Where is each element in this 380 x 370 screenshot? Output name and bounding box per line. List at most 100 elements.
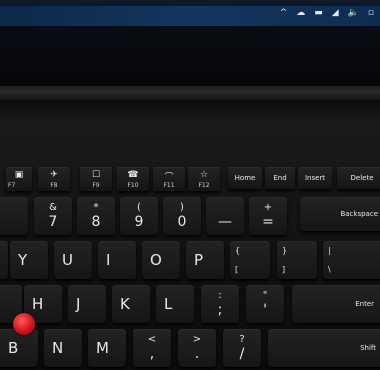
key-enter-label: Enter <box>355 300 374 308</box>
laptop-screen: ^ ☁ ▬ ◢ 🔈 ▫ <box>0 0 380 86</box>
key-slash-label: / <box>239 346 245 362</box>
key-u-label: U <box>62 251 73 269</box>
key-8-label: 8 <box>91 214 101 230</box>
trackpoint-nub <box>13 313 35 335</box>
key-f8-label: F8 <box>50 182 58 189</box>
tray-up-arrow-icon: ^ <box>279 8 288 18</box>
key-shift-label: Shift <box>360 344 376 352</box>
key-9-label: 9 <box>134 214 144 230</box>
key-pipe-label: | <box>328 246 331 255</box>
key-backspace: Backspace <box>300 197 380 231</box>
key-0: ) 0 <box>163 197 201 235</box>
key-question-label: ? <box>239 334 245 345</box>
key-l-label: L <box>164 295 173 313</box>
key-shift: Shift <box>268 329 380 367</box>
key-period-label: . <box>194 346 200 362</box>
key-o-label: O <box>150 251 162 269</box>
key-delete: Delete <box>337 167 380 189</box>
key-right-brace-label: } <box>282 246 288 255</box>
key-0-label: 0 <box>177 214 187 230</box>
star-icon: ☆ <box>199 170 209 180</box>
key-backslash: | \ <box>323 241 380 279</box>
key-equals-shift-label: + <box>263 202 273 213</box>
key-f7: ▣ F7 <box>6 167 32 191</box>
key-i: I <box>98 241 136 279</box>
key-backspace-label: Backspace <box>340 210 378 218</box>
key-quote-label: ' <box>263 302 267 318</box>
chat-icon: ▫ <box>367 8 374 18</box>
key-j-label: J <box>76 295 81 313</box>
key-n-label: N <box>52 339 64 357</box>
key-9-shift-label: ( <box>137 202 141 213</box>
key-left-brace-label: { <box>235 246 241 255</box>
key-end-label: End <box>273 174 287 182</box>
key-i-label: I <box>106 251 111 269</box>
key-f12-label: F12 <box>198 182 210 189</box>
key-k-label: K <box>120 295 130 313</box>
key-f10-label: F10 <box>127 182 139 189</box>
key-comma: < , <box>133 329 171 367</box>
key-u: U <box>54 241 92 279</box>
key-8-shift-label: * <box>93 202 99 213</box>
key-m: M <box>88 329 126 367</box>
key-o: O <box>142 241 180 279</box>
key-insert: Insert <box>298 167 332 189</box>
key-equals-label: = <box>262 214 274 230</box>
key-quote: " ' <box>246 285 284 323</box>
airplane-mode-icon: ✈ <box>50 170 58 180</box>
key-minus-label: — <box>218 214 232 230</box>
key-y-label: Y <box>18 251 28 269</box>
key-equals: + = <box>249 197 287 235</box>
key-left-bracket: { [ <box>230 241 270 279</box>
key-l: L <box>156 285 194 323</box>
volume-icon: 🔈 <box>347 8 359 18</box>
key-t-partial <box>0 241 8 279</box>
key-b-label: B <box>8 339 19 357</box>
key-f12: ☆ F12 <box>188 167 220 191</box>
key-insert-label: Insert <box>304 174 326 182</box>
key-p-label: P <box>194 251 204 269</box>
key-y: Y <box>10 241 48 279</box>
key-7-shift-label: & <box>49 202 57 213</box>
key-6-partial <box>0 197 28 235</box>
laptop-photo: ^ ☁ ▬ ◢ 🔈 ▫ ▣ F7 ✈ F8 ☐ F9 ☎ F10 ⌒ F11 ☆… <box>0 0 380 370</box>
key-enter: Enter <box>292 285 380 323</box>
key-less-than-label: < <box>147 334 157 345</box>
key-j: J <box>68 285 106 323</box>
key-f10: ☎ F10 <box>117 167 149 191</box>
key-semicolon: : ; <box>201 285 239 323</box>
key-f8: ✈ F8 <box>38 167 70 191</box>
message-icon: ☐ <box>91 170 101 180</box>
cloud-icon: ☁ <box>296 8 306 18</box>
key-double-quote-label: " <box>262 290 268 301</box>
key-greater-than-label: > <box>192 334 202 345</box>
key-f11: ⌒ F11 <box>153 167 185 191</box>
key-7: & 7 <box>34 197 72 235</box>
key-left-bracket-label: [ <box>235 265 239 274</box>
key-right-bracket: } ] <box>277 241 317 279</box>
key-k: K <box>112 285 150 323</box>
key-comma-label: , <box>149 346 155 362</box>
key-home: Home <box>228 167 262 189</box>
key-home-label: Home <box>234 174 256 182</box>
key-f9: ☐ F9 <box>80 167 112 191</box>
key-f9-label: F9 <box>92 182 100 189</box>
key-9: ( 9 <box>120 197 158 235</box>
key-n: N <box>44 329 82 367</box>
key-right-bracket-label: ] <box>282 265 286 274</box>
system-tray: ^ ☁ ▬ ◢ 🔈 ▫ <box>280 8 374 18</box>
key-b: B <box>0 329 38 367</box>
key-f11-label: F11 <box>163 182 175 189</box>
display-icon: ▣ <box>14 170 24 180</box>
wifi-icon: ◢ <box>331 8 339 18</box>
key-slash: ? / <box>223 329 261 367</box>
key-semicolon-label: ; <box>217 302 223 318</box>
phone-answer-icon: ☎ <box>127 170 139 180</box>
key-m-label: M <box>96 339 109 357</box>
key-7-label: 7 <box>48 214 58 230</box>
battery-icon: ▬ <box>314 8 323 18</box>
hinge-gap <box>0 100 380 118</box>
key-colon-label: : <box>218 290 222 301</box>
laptop-hinge <box>0 86 380 100</box>
key-end: End <box>265 167 295 189</box>
